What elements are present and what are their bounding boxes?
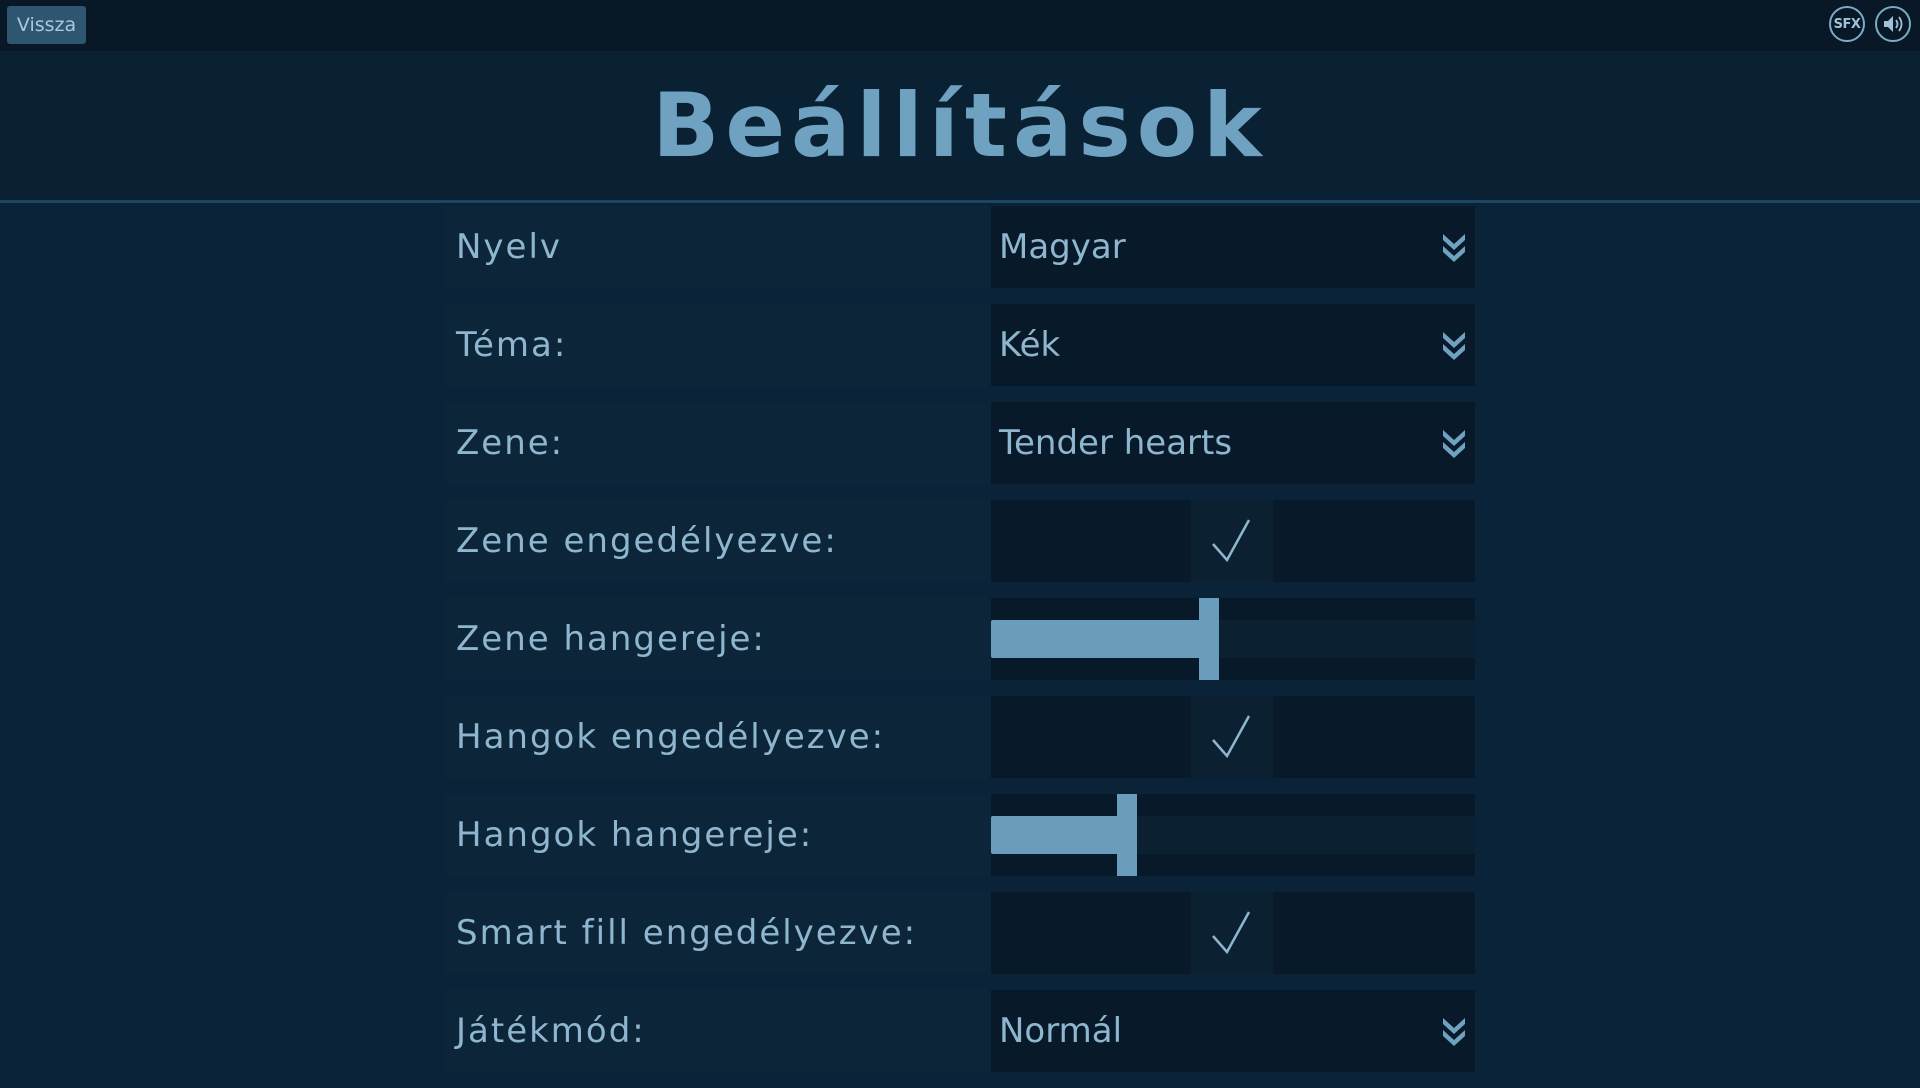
sounds-enabled-label: Hangok engedélyezve: [456, 717, 886, 757]
music-enabled-checkbox[interactable] [1191, 500, 1273, 582]
music-volume-slider[interactable] [991, 598, 1475, 680]
setting-row-music-volume: Zene hangereje: [445, 598, 1475, 680]
sfx-toggle-button[interactable]: SFX [1829, 6, 1865, 42]
checkmark-icon [1212, 715, 1251, 759]
smart-fill-control [991, 892, 1475, 974]
setting-row-sounds-enabled: Hangok engedélyezve: [445, 696, 1475, 778]
smart-fill-checkbox[interactable] [1191, 892, 1273, 974]
chevron-down-icon [1443, 332, 1465, 360]
smart-fill-label: Smart fill engedélyezve: [456, 913, 918, 953]
game-mode-label: Játékmód: [456, 1011, 646, 1051]
setting-row-language: Nyelv Magyar [445, 206, 1475, 288]
theme-label: Téma: [456, 325, 568, 365]
checkmark-icon [1212, 911, 1251, 955]
music-enabled-label: Zene engedélyezve: [456, 521, 838, 561]
game-mode-value: Normál [999, 1011, 1123, 1051]
theme-dropdown[interactable]: Kék [991, 304, 1475, 386]
sounds-volume-slider[interactable] [991, 794, 1475, 876]
music-label: Zene: [456, 423, 565, 463]
back-button[interactable]: Vissza [7, 6, 86, 44]
setting-row-sounds-volume: Hangok hangereje: [445, 794, 1475, 876]
sounds-volume-control [991, 794, 1475, 876]
music-volume-control [991, 598, 1475, 680]
language-dropdown[interactable]: Magyar [991, 206, 1475, 288]
setting-row-theme: Téma: Kék [445, 304, 1475, 386]
sounds-volume-label: Hangok hangereje: [456, 815, 814, 855]
speaker-icon [1884, 16, 1903, 32]
sound-toggle-button[interactable] [1875, 6, 1911, 42]
chevron-down-icon [1443, 430, 1465, 458]
setting-row-music: Zene: Tender hearts [445, 402, 1475, 484]
theme-value: Kék [999, 325, 1061, 365]
language-label: Nyelv [456, 227, 563, 267]
music-value: Tender hearts [999, 423, 1233, 463]
music-dropdown[interactable]: Tender hearts [991, 402, 1475, 484]
sounds-volume-fill [991, 816, 1127, 854]
sounds-volume-handle[interactable] [1117, 794, 1137, 876]
checkmark-icon [1212, 519, 1251, 563]
music-enabled-control [991, 500, 1475, 582]
title-area: Beállítások [0, 51, 1920, 203]
chevron-down-icon [1443, 1018, 1465, 1046]
setting-row-music-enabled: Zene engedélyezve: [445, 500, 1475, 582]
music-volume-fill [991, 620, 1209, 658]
music-volume-handle[interactable] [1199, 598, 1219, 680]
sfx-label: SFX [1833, 16, 1861, 32]
chevron-down-icon [1443, 234, 1465, 262]
music-volume-label: Zene hangereje: [456, 619, 766, 659]
sounds-enabled-checkbox[interactable] [1191, 696, 1273, 778]
language-value: Magyar [999, 227, 1126, 267]
page-title: Beállítások [652, 74, 1268, 177]
settings-list: Nyelv Magyar Téma: Kék Zene: Tender hear… [445, 206, 1475, 1088]
setting-row-smart-fill: Smart fill engedélyezve: [445, 892, 1475, 974]
top-bar: Vissza SFX [0, 0, 1920, 51]
game-mode-dropdown[interactable]: Normál [991, 990, 1475, 1072]
sounds-enabled-control [991, 696, 1475, 778]
setting-row-game-mode: Játékmód: Normál [445, 990, 1475, 1072]
